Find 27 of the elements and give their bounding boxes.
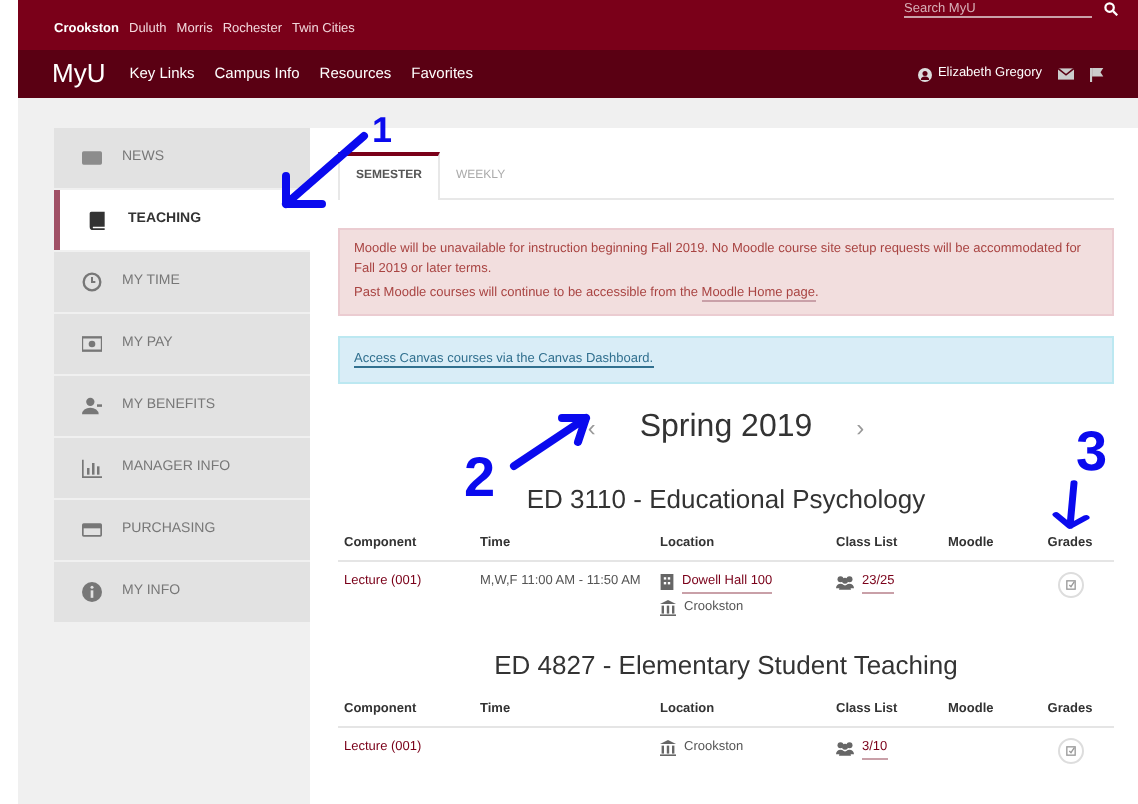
user-icon [82, 396, 102, 416]
mail-icon[interactable] [1058, 68, 1074, 80]
credit-card-icon [82, 520, 102, 540]
user-icon [917, 67, 932, 81]
institution-icon [660, 739, 676, 756]
building-icon [660, 574, 674, 591]
search-icon[interactable] [1104, 2, 1118, 16]
course-title: ED 4827 - Elementary Student Teaching [494, 647, 958, 684]
annotation-number: 2 [464, 450, 496, 506]
newspaper-icon [82, 148, 102, 168]
course-title: ED 3110 - Educational Psychology [526, 481, 926, 518]
book-icon [88, 210, 108, 230]
logo[interactable]: MyU [52, 54, 106, 94]
clock-icon [82, 272, 102, 292]
money-icon [82, 334, 102, 354]
edit-icon [1065, 580, 1075, 590]
group-icon [836, 741, 854, 756]
flag-icon[interactable] [1090, 67, 1104, 81]
bar-chart-icon [82, 458, 102, 478]
annotation-number: 1 [372, 108, 393, 154]
annotation-arrow [1050, 480, 1090, 532]
annotation-number: 3 [1076, 424, 1108, 480]
institution-icon [660, 599, 676, 616]
term-title: Spring 2019 [639, 407, 813, 448]
info-icon [82, 582, 102, 602]
group-icon [836, 575, 854, 590]
edit-icon [1065, 745, 1075, 756]
